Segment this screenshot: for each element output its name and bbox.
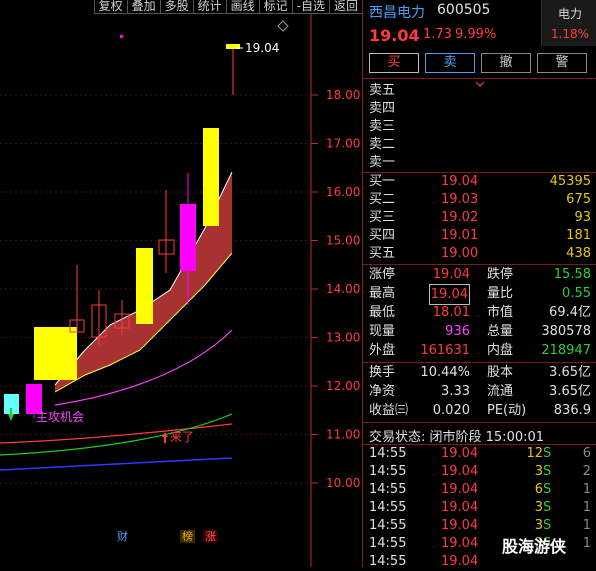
price-change: 1.73	[423, 27, 452, 42]
bid-level-row[interactable]: 买三 19.02 93	[369, 209, 595, 227]
alert-button[interactable]: 警	[537, 53, 587, 73]
buy-button[interactable]: 买	[369, 53, 419, 73]
divider	[363, 422, 596, 423]
stat-row: 涨停 19.04 跌停 15.58	[369, 267, 591, 282]
price-axis-label: 17.00	[326, 137, 360, 151]
quote-panel: 西昌电力 600505 19.04 1.73 9.99% 电力 1.18% 买 …	[362, 0, 596, 569]
float-shares-value: 3.65亿	[549, 384, 591, 399]
total-volume-value: 380578	[541, 324, 591, 339]
trade-button-row: 买 卖 撤 警	[369, 53, 587, 73]
ask-level-row[interactable]: 卖一	[369, 154, 595, 172]
price-axis-label: 15.00	[326, 234, 360, 248]
pe-value: 836.9	[553, 403, 591, 418]
high-price-label: 19.04	[245, 41, 279, 55]
limit-down-value: 15.58	[553, 267, 591, 282]
trade-tick-row: 14:55 19.04 3 S 1	[369, 500, 591, 515]
ask-level-row[interactable]: 卖三	[369, 118, 595, 136]
last-price: 19.04	[369, 26, 420, 45]
sector-name: 电力	[557, 7, 582, 21]
toolbar-item-statistics[interactable]: 统计	[192, 0, 226, 14]
toolbar-item-overlay[interactable]: 叠加	[126, 0, 160, 14]
shares-value: 3.65亿	[549, 365, 591, 380]
watermark-text: 股海游侠	[502, 537, 567, 556]
stat-row: 换手 10.44% 股本 3.65亿	[369, 365, 591, 380]
signal-dot	[120, 35, 123, 38]
kline-chart[interactable]: 19.04 主攻机会 来了 18.0017.0016.0015.0014.001…	[0, 0, 362, 567]
sector-box[interactable]: 电力 1.18%	[541, 0, 596, 46]
turnover-value: 10.44%	[420, 365, 470, 380]
badge-finance[interactable]: 财	[115, 530, 130, 543]
last-volume-value: 936	[445, 324, 470, 339]
price-axis-label: 16.00	[326, 185, 360, 199]
candle	[203, 128, 219, 226]
candle	[136, 248, 153, 324]
price-change-pct: 9.99%	[455, 27, 497, 42]
divider	[363, 78, 596, 79]
down-arrow-icon	[8, 414, 14, 421]
outer-volume-value: 161631	[420, 343, 470, 358]
eps-value: 0.020	[432, 403, 470, 418]
toolbar-item-restore-rights[interactable]: 复权	[93, 0, 127, 14]
limit-up-value: 19.04	[432, 267, 470, 282]
cancel-order-button[interactable]: 撤	[481, 53, 531, 73]
chart-toolbar: 复权 叠加 多股 统计 画线 标记 -自选 返回	[0, 0, 362, 14]
price-axis-label: 12.00	[326, 379, 360, 393]
ma-line-blue	[0, 457, 233, 471]
sector-pct: 1.18%	[550, 27, 590, 41]
bid-level-row[interactable]: 买四 19.01 181	[369, 227, 595, 245]
toolbar-item-mark[interactable]: 标记	[258, 0, 292, 14]
badge-rank[interactable]: 榜	[180, 530, 195, 543]
high-value: 19.04	[428, 284, 470, 305]
price-axis-label: 14.00	[326, 282, 360, 296]
low-value: 18.01	[432, 305, 470, 320]
stat-row: 现量 936 总量 380578	[369, 324, 591, 339]
stock-name[interactable]: 西昌电力	[369, 2, 425, 22]
annotation-main-attack: 主攻机会	[36, 410, 84, 424]
diamond-icon[interactable]	[277, 20, 289, 32]
annotation-coming: 来了	[170, 430, 194, 444]
trade-tick-row: 14:55 19.04 3 S 2	[369, 464, 591, 479]
trade-tick-row: 14:55 19.04 12 S 6	[369, 446, 591, 461]
ask-level-row[interactable]: 卖四	[369, 100, 595, 118]
toolbar-item-multi-stock[interactable]: 多股	[159, 0, 193, 14]
ask-level-row[interactable]: 卖五	[369, 82, 595, 100]
price-grid	[0, 94, 311, 484]
price-axis-label: 13.00	[326, 331, 360, 345]
toolbar-item-remove-watchlist[interactable]: -自选	[291, 0, 329, 14]
candle	[180, 204, 196, 271]
sell-button[interactable]: 卖	[425, 53, 475, 73]
kline-chart-panel[interactable]: 19.04 主攻机会 来了 18.00 17.00 16.00 15.00 14.00 1…	[0, 0, 362, 567]
bid-level-row[interactable]: 买五 19.00 438	[369, 245, 595, 263]
badge-limit-up[interactable]: 涨	[203, 530, 218, 543]
bid-level-row[interactable]: 买一 19.04 45395	[369, 173, 595, 191]
price-axis-labels: 18.00 17.00 16.00 15.00 14.00 13.00 12.00 11.00…	[311, 88, 360, 490]
toolbar-item-draw-line[interactable]: 画线	[225, 0, 259, 14]
stat-row: 收益㈢ 0.020 PE(动) 836.9	[369, 403, 591, 418]
candle	[34, 327, 77, 380]
inner-volume-value: 218947	[541, 343, 591, 358]
volume-ratio-value: 0.55	[562, 286, 591, 301]
nav-value: 3.33	[441, 384, 470, 399]
stat-row: 净资 3.33 流通 3.65亿	[369, 384, 591, 399]
ask-level-row[interactable]: 卖二	[369, 136, 595, 154]
market-cap-value: 69.4亿	[549, 305, 591, 320]
stat-row: 外盘 161631 内盘 218947	[369, 343, 591, 358]
price-axis-label: 10.00	[326, 476, 360, 490]
trade-tick-row: 14:55 19.04 6 S 1	[369, 482, 591, 497]
toolbar-item-back[interactable]: 返回	[328, 0, 362, 14]
bid-level-row[interactable]: 买二 19.03 675	[369, 191, 595, 209]
price-axis-label: 18.00	[326, 88, 360, 102]
stat-row: 最低 18.01 市值 69.4亿	[369, 305, 591, 320]
stat-row: 最高 19.04 量比 0.55	[369, 284, 595, 305]
trading-status: 交易状态: 闭市阶段 15:00:01	[369, 430, 545, 445]
stock-code: 600505	[437, 2, 491, 18]
price-axis-label: 11.00	[326, 428, 360, 442]
